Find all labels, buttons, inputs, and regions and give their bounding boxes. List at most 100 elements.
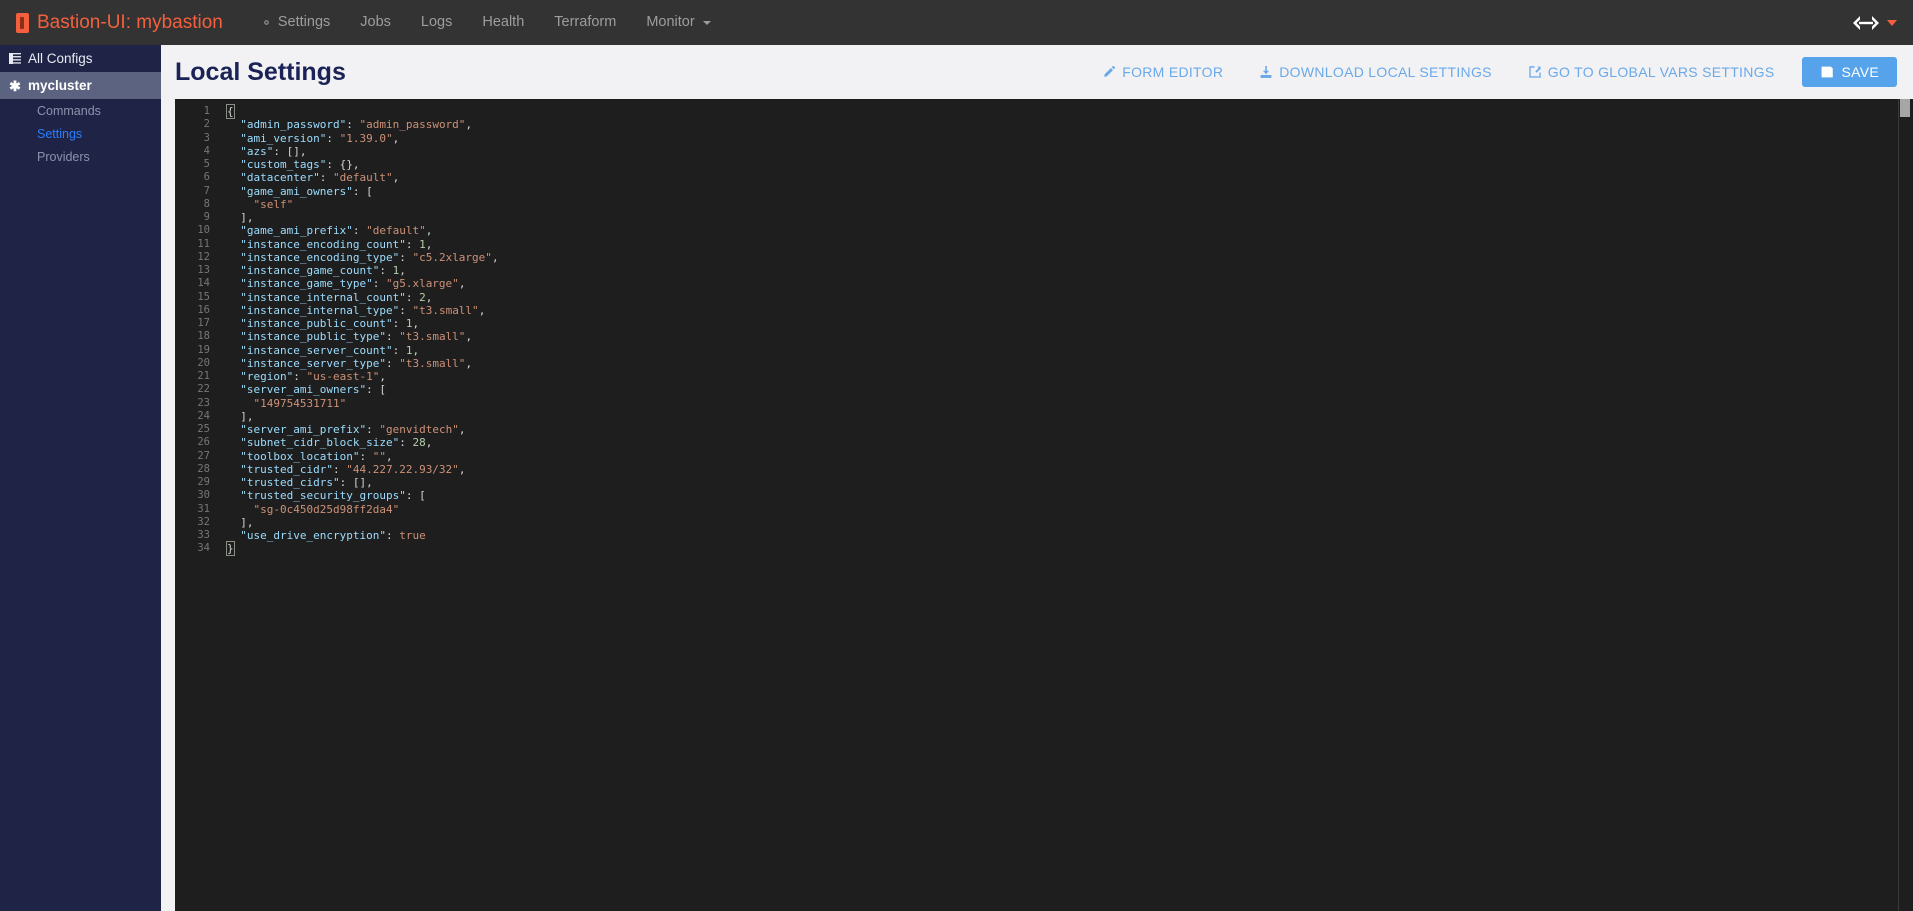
sidebar-item-mycluster[interactable]: ✱ mycluster [0,72,161,99]
nav-item-monitor[interactable]: Monitor [631,0,725,45]
code-token: : [273,144,287,158]
code-token: , [246,211,254,224]
code-token: "admin_password" [240,118,347,132]
editor-code-area[interactable]: { "admin_password": "admin_password", "a… [219,99,1913,911]
code-line[interactable]: "self" [227,198,1913,211]
sidebar-item-commands[interactable]: Commands [0,99,161,122]
code-line[interactable]: { [226,104,1913,119]
code-line[interactable]: "instance_internal_type": "t3.small", [227,304,1913,317]
nav-item-health[interactable]: Health [467,0,539,45]
code-line[interactable]: "game_ami_owners": [ [227,185,1913,198]
code-line[interactable]: "use_drive_encryption": true [227,529,1913,542]
code-line[interactable]: "instance_internal_count": 2, [227,291,1913,304]
code-token: , [392,171,400,185]
code-token: "instance_public_type" [240,330,386,344]
code-line[interactable]: "instance_game_count": 1, [227,264,1913,277]
code-token: , [246,409,254,423]
brand[interactable]: Bastion-UI: mybastion [16,12,223,34]
code-line[interactable]: "game_ami_prefix": "default", [227,224,1913,237]
code-line[interactable]: "datacenter": "default", [227,171,1913,184]
json-code-editor[interactable]: 1 2 3 4 5 6 7 8 9 10 11 12 13 14 15 16 17 18 19 20 21 22 23 24 2… [175,99,1913,911]
code-token: "toolbox_location" [240,449,360,463]
save-button[interactable]: SAVE [1802,57,1897,87]
account-menu[interactable] [1849,14,1897,32]
floppy-disk-icon [1820,65,1834,79]
brand-title: Bastion-UI: mybastion [37,11,223,33]
line-number: 26 [197,436,210,449]
code-line[interactable]: ], [227,211,1913,224]
line-number: 16 [197,303,210,316]
sidebar-item-providers[interactable]: Providers [0,145,161,168]
code-line[interactable]: "azs": [], [227,145,1913,158]
code-line[interactable]: "sg-0c450d25d98ff2da4" [227,503,1913,516]
nav-item-label: Jobs [360,14,391,30]
code-line[interactable]: "instance_public_count": 1, [227,317,1913,330]
nav-item-label: Logs [420,14,453,30]
code-token: 1 [419,237,426,251]
code-token: { [226,104,235,119]
code-line[interactable]: "149754531711" [227,397,1913,410]
code-line[interactable]: "server_ami_owners": [ [227,383,1913,396]
code-token: [ [419,489,426,503]
scrollbar-thumb[interactable] [1900,99,1910,117]
nav-item-settings[interactable]: Settings [245,0,345,45]
code-token: , [465,356,473,370]
code-line[interactable]: "trusted_cidr": "44.227.22.93/32", [227,463,1913,476]
editor-vertical-scrollbar[interactable] [1899,99,1913,911]
code-token: , [465,118,473,132]
code-line[interactable]: ], [227,516,1913,529]
code-token: "game_ami_owners" [240,184,353,198]
code-token: "instance_encoding_count" [240,237,406,251]
code-token: "game_ami_prefix" [240,224,353,238]
code-line[interactable]: "trusted_cidrs": [], [227,476,1913,489]
button-label: DOWNLOAD LOCAL SETTINGS [1279,64,1492,80]
sidebar-item-all-configs[interactable]: All Configs [0,45,161,72]
code-token: , [425,436,433,450]
code-line[interactable]: "instance_encoding_count": 1, [227,238,1913,251]
code-line[interactable]: "region": "us-east-1", [227,370,1913,383]
code-line[interactable]: "instance_server_count": 1, [227,344,1913,357]
code-line[interactable]: "custom_tags": {}, [227,158,1913,171]
download-local-settings-button[interactable]: DOWNLOAD LOCAL SETTINGS [1241,64,1510,80]
nav-item-logs[interactable]: Logs [406,0,467,45]
code-line[interactable]: "admin_password": "admin_password", [227,118,1913,131]
go-to-global-vars-settings-button[interactable]: GO TO GLOBAL VARS SETTINGS [1510,64,1793,80]
sidebar-item-settings[interactable]: Settings [0,122,161,145]
code-line[interactable]: "instance_public_type": "t3.small", [227,330,1913,343]
code-line[interactable]: "instance_server_type": "t3.small", [227,357,1913,370]
code-line[interactable]: "subnet_cidr_block_size": 28, [227,436,1913,449]
code-line[interactable]: "toolbox_location": "", [227,450,1913,463]
gear-icon [260,16,273,29]
code-line[interactable]: "trusted_security_groups": [ [227,489,1913,502]
code-token: , [385,449,393,463]
nav-item-terraform[interactable]: Terraform [539,0,631,45]
top-navbar: Bastion-UI: mybastion Settings Jobs Logs… [0,0,1913,45]
code-line[interactable]: } [226,541,1913,557]
code-token: : [326,158,340,171]
code-token: , [366,476,373,489]
code-line[interactable]: ], [227,410,1913,423]
code-token: "ami_version" [240,131,327,145]
code-token: ] [240,409,247,423]
button-label: FORM EDITOR [1122,64,1224,80]
line-number: 2 [203,118,210,131]
code-line[interactable]: "instance_encoding_type": "c5.2xlarge", [227,251,1913,264]
pencil-icon [1102,65,1116,79]
line-number: 1 [203,105,210,117]
form-editor-button[interactable]: FORM EDITOR [1084,64,1241,80]
code-token: : [392,343,406,357]
code-token: : [366,383,380,397]
code-token: "server_ami_owners" [240,383,367,397]
line-number: 8 [203,197,210,210]
code-token: : [405,237,420,251]
code-line[interactable]: "server_ami_prefix": "genvidtech", [227,423,1913,436]
line-number: 31 [197,502,210,515]
asterisk-icon: ✱ [9,77,21,94]
code-token: : [399,436,413,450]
list-icon [9,53,21,64]
code-line[interactable]: "ami_version": "1.39.0", [227,132,1913,145]
code-line[interactable]: "instance_game_type": "g5.xlarge", [227,277,1913,290]
nav-item-jobs[interactable]: Jobs [345,0,406,45]
line-number: 18 [197,330,210,343]
line-number: 9 [203,211,210,223]
